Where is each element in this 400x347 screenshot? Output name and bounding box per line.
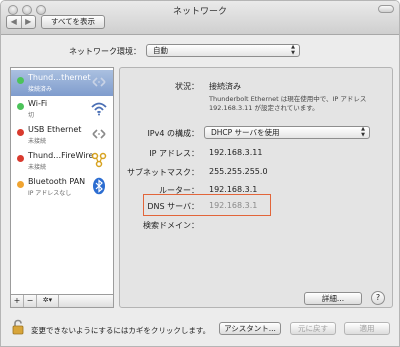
- network-preferences-window: ネットワーク ◀ ▶ すべてを表示 ネットワーク環境： 自動 ▲ ▼ Thund……: [0, 0, 400, 347]
- service-item-usb-ethernet[interactable]: USB Ethernet 未接続: [11, 122, 113, 148]
- lock-instruction-text: 変更できないようにするにはカギをクリックします。: [31, 326, 211, 335]
- advanced-button[interactable]: 詳細...: [304, 292, 362, 305]
- location-label: ネットワーク環境：: [69, 47, 141, 56]
- ipv4-config-popup[interactable]: DHCP サーバを使用 ▲ ▼: [204, 126, 370, 139]
- service-status: 未接続: [28, 164, 47, 171]
- history-nav: ◀ ▶: [6, 15, 36, 29]
- location-popup[interactable]: 自動 ▲ ▼: [146, 44, 300, 57]
- status-dot-icon: [17, 77, 24, 84]
- lock-icon[interactable]: [12, 319, 24, 335]
- firewire-icon: [91, 152, 107, 168]
- ip-address-label: IP アドレス：: [149, 149, 199, 158]
- assistant-button[interactable]: アシスタント...: [219, 322, 281, 335]
- remove-service-button[interactable]: −: [24, 295, 37, 307]
- service-status: IP アドレスなし: [28, 190, 72, 197]
- router-value: 192.168.3.1: [209, 185, 258, 194]
- service-item-wifi[interactable]: Wi-Fi 切: [11, 96, 113, 122]
- dns-server-value: 192.168.3.1: [209, 201, 258, 210]
- service-name: Bluetooth PAN: [28, 177, 86, 186]
- back-arrow-icon[interactable]: ◀: [7, 16, 21, 28]
- title-bar: ネットワーク ◀ ▶ すべてを表示: [1, 1, 399, 35]
- service-item-thunderbolt-firewire[interactable]: Thund…FireWire 未接続: [11, 148, 113, 174]
- search-domains-label: 検索ドメイン：: [143, 221, 199, 230]
- ip-address-value: 192.168.3.11: [209, 148, 263, 157]
- status-label: 状況：: [175, 82, 199, 91]
- apply-button[interactable]: 適用: [344, 322, 390, 335]
- ipv4-config-label: IPv4 の構成：: [147, 129, 199, 138]
- service-status: 接続済み: [28, 86, 53, 93]
- revert-button[interactable]: 元に戻す: [290, 322, 336, 335]
- status-dot-icon: [17, 181, 24, 188]
- ethernet-icon: [92, 77, 106, 87]
- status-dot-icon: [17, 103, 24, 110]
- service-status: 切: [28, 112, 35, 119]
- popup-arrows-icon: ▲ ▼: [291, 44, 295, 56]
- service-item-thunderbolt-ethernet[interactable]: Thund…thernet 接続済み: [11, 70, 113, 96]
- service-list-toolbar: + − ✲▾: [10, 295, 114, 308]
- status-description: Thunderbolt Ethernet は現在使用中で、IP アドレス 192…: [209, 95, 367, 112]
- service-name: USB Ethernet: [28, 125, 82, 134]
- subnet-mask-value: 255.255.255.0: [209, 167, 268, 176]
- service-list: Thund…thernet 接続済み Wi-Fi 切 USB Ethernet …: [10, 67, 114, 295]
- status-value: 接続済み: [209, 82, 241, 91]
- gear-icon[interactable]: ✲▾: [37, 295, 59, 307]
- show-all-button[interactable]: すべてを表示: [41, 15, 105, 29]
- add-service-button[interactable]: +: [11, 295, 24, 307]
- bluetooth-icon: [93, 177, 105, 195]
- subnet-mask-label: サブネットマスク：: [127, 168, 199, 177]
- dns-server-label: DNS サーバ：: [147, 202, 199, 211]
- location-value: 自動: [153, 46, 168, 55]
- ethernet-icon: [92, 129, 106, 139]
- service-status: 未接続: [28, 138, 47, 145]
- forward-arrow-icon[interactable]: ▶: [20, 16, 36, 28]
- help-button[interactable]: ?: [371, 291, 385, 305]
- wifi-icon: [91, 102, 107, 116]
- status-dot-icon: [17, 129, 24, 136]
- service-name: Thund…thernet: [28, 73, 91, 82]
- toolbar-toggle-button[interactable]: [378, 5, 394, 13]
- service-name: Thund…FireWire: [28, 151, 94, 160]
- status-dot-icon: [17, 155, 24, 162]
- service-name: Wi-Fi: [28, 99, 48, 108]
- ipv4-config-value: DHCP サーバを使用: [211, 128, 280, 137]
- service-item-bluetooth-pan[interactable]: Bluetooth PAN IP アドレスなし: [11, 174, 113, 200]
- popup-arrows-icon: ▲ ▼: [361, 126, 365, 138]
